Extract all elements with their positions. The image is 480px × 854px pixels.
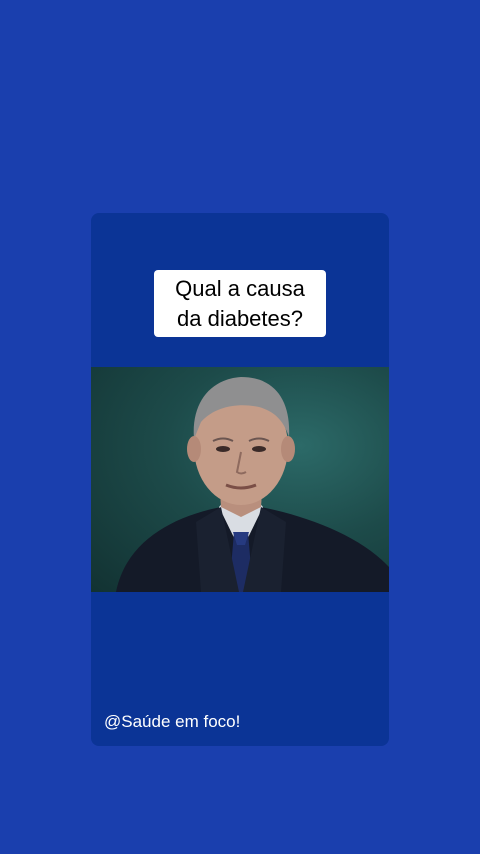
- video-frame[interactable]: [91, 367, 389, 592]
- channel-handle[interactable]: @Saúde em foco!: [104, 712, 240, 732]
- question-caption: Qual a causa da diabetes?: [154, 270, 326, 337]
- post-card[interactable]: Qual a causa da diabetes? @Saúde em foco…: [91, 213, 389, 746]
- speaker-illustration: [116, 377, 389, 592]
- screen: { "post": { "question": "Qual a causa\nd…: [0, 0, 480, 854]
